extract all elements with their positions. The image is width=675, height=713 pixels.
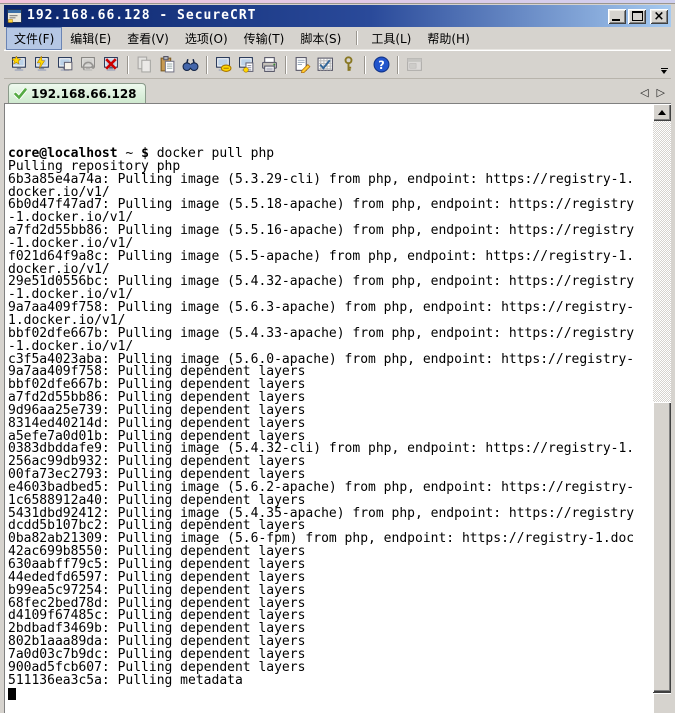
properties-button[interactable]: [291, 54, 314, 76]
session-options-button[interactable]: [314, 54, 337, 76]
menu-item-3[interactable]: 选项(O): [178, 28, 235, 49]
log-session-button[interactable]: [212, 54, 235, 76]
session-tab[interactable]: 192.168.66.128: [8, 83, 146, 103]
session-manager-button[interactable]: [54, 54, 77, 76]
toolbar-separator: [364, 56, 366, 74]
minimize-button[interactable]: [608, 9, 626, 24]
terminal-cursor: [8, 688, 16, 700]
session-tab-label: 192.168.66.128: [31, 87, 137, 101]
session-options-icon: [317, 56, 334, 73]
new-session-icon: [11, 56, 28, 73]
toolbar: ?: [4, 50, 671, 79]
toolbar-overflow-icon: [661, 68, 668, 69]
terminal-area: core@localhost ~ $ docker pull phpPullin…: [4, 103, 671, 713]
toolbar-separator: [127, 56, 129, 74]
close-button[interactable]: ×: [650, 9, 668, 24]
maximize-button[interactable]: [628, 9, 646, 24]
toolbar-group-0: [8, 54, 123, 76]
print-icon: [261, 56, 278, 73]
help-icon: ?: [373, 56, 390, 73]
window-title: 192.168.66.128 - SecureCRT: [27, 5, 608, 27]
securecrt-window: 192.168.66.128 - SecureCRT × 文件(F)编辑(E)查…: [0, 4, 675, 713]
scrollbar-track[interactable]: [653, 121, 671, 402]
scrollbar: [653, 104, 671, 713]
paste-icon: [159, 56, 176, 73]
scrollbar-up-button[interactable]: [653, 104, 671, 121]
scrollbar-down-button[interactable]: [653, 692, 671, 713]
terminal-cursor-line: [8, 687, 653, 700]
title-bar[interactable]: 192.168.66.128 - SecureCRT ×: [4, 5, 671, 27]
help-button[interactable]: ?: [370, 54, 393, 76]
log-session-icon: [215, 56, 232, 73]
app-window-icon: [406, 56, 423, 73]
menu-item-4[interactable]: 传输(T): [237, 28, 292, 49]
scroll-up-icon: [658, 110, 666, 115]
minimize-icon: [612, 19, 620, 21]
terminal-line: 511136ea3c5a: Pulling metadata: [8, 675, 653, 688]
toolbar-group-3: [291, 54, 360, 76]
tab-scroll-left-icon[interactable]: ◁: [640, 87, 648, 98]
disconnect-icon: [103, 56, 120, 73]
find-icon: [182, 56, 199, 73]
toolbar-group-2: [212, 54, 281, 76]
tab-bar: 192.168.66.128 ◁ ▷: [4, 79, 671, 103]
toolbar-group-5: [403, 54, 426, 76]
raw-log-icon: [238, 56, 255, 73]
menu-item-2[interactable]: 查看(V): [120, 28, 176, 49]
properties-icon: [294, 56, 311, 73]
securecrt-app-icon: [7, 9, 23, 24]
copy-button: [133, 54, 156, 76]
toolbar-separator: [206, 56, 208, 74]
disconnect-button[interactable]: [100, 54, 123, 76]
print-button[interactable]: [258, 54, 281, 76]
terminal-screen[interactable]: core@localhost ~ $ docker pull phpPullin…: [5, 104, 653, 713]
copy-icon: [136, 56, 153, 73]
toolbar-separator: [285, 56, 287, 74]
toolbar-overflow-button[interactable]: [659, 68, 669, 74]
menu-bar: 文件(F)编辑(E)查看(V)选项(O)传输(T)脚本(S) 工具(L)帮助(H): [4, 27, 671, 50]
key-agent-icon: [340, 56, 357, 73]
session-manager-icon: [57, 56, 74, 73]
reconnect-icon: [80, 56, 97, 73]
quick-connect-button[interactable]: [31, 54, 54, 76]
raw-log-button[interactable]: [235, 54, 258, 76]
connected-check-icon: [14, 88, 27, 99]
menu-item-0[interactable]: 文件(F): [7, 28, 61, 49]
scrollbar-thumb[interactable]: [653, 402, 671, 692]
menu-separator: [356, 31, 358, 45]
menu-item-7[interactable]: 帮助(H): [420, 28, 476, 49]
menu-item-5[interactable]: 脚本(S): [293, 28, 348, 49]
reconnect-button: [77, 54, 100, 76]
menu-item-1[interactable]: 编辑(E): [63, 28, 118, 49]
quick-connect-icon: [34, 56, 51, 73]
maximize-icon: [632, 11, 643, 21]
menu-item-6[interactable]: 工具(L): [364, 28, 418, 49]
tab-scroll-right-icon[interactable]: ▷: [657, 87, 665, 98]
toolbar-group-4: ?: [370, 54, 393, 76]
key-agent-button[interactable]: [337, 54, 360, 76]
toolbar-group-1: [133, 54, 202, 76]
find-button[interactable]: [179, 54, 202, 76]
close-icon: ×: [654, 10, 665, 23]
paste-button[interactable]: [156, 54, 179, 76]
toolbar-separator: [397, 56, 399, 74]
svg-text:?: ?: [378, 59, 384, 72]
app-window-button: [403, 54, 426, 76]
new-session-button[interactable]: [8, 54, 31, 76]
